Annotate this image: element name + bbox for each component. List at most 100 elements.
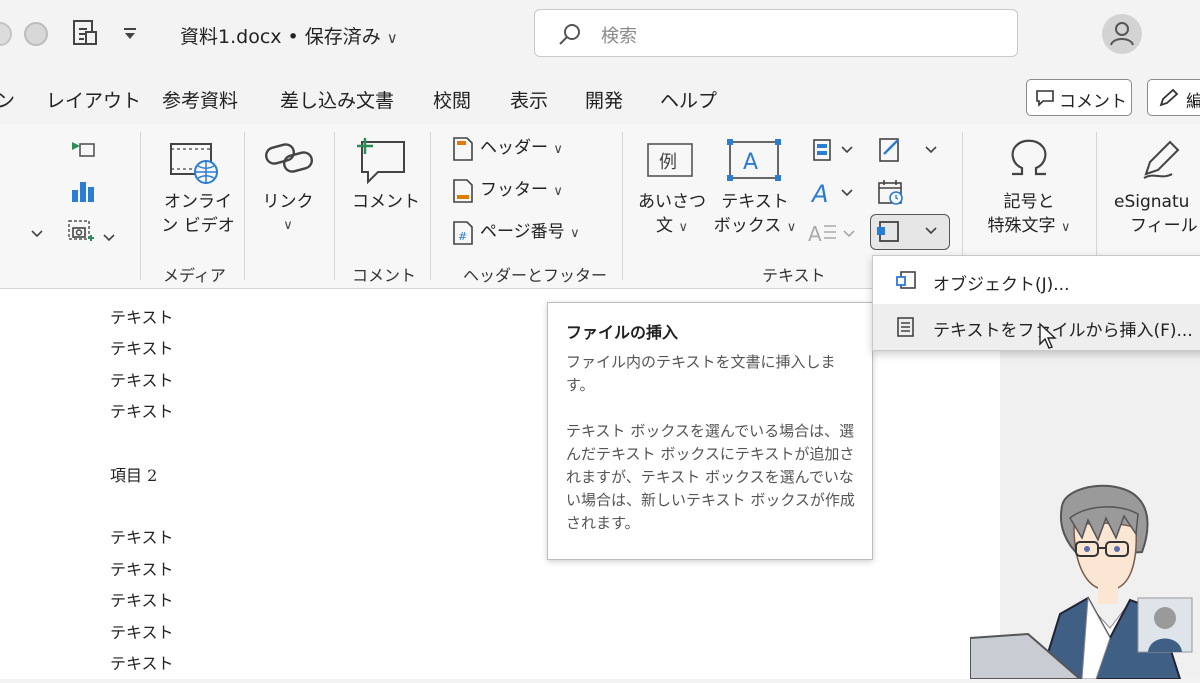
document-line[interactable]: テキスト (110, 398, 174, 422)
title-bar: 資料1.docx • 保存済み ∨ 検索 (0, 0, 1200, 72)
autosave-toggle-icon[interactable] (24, 22, 48, 46)
customize-toolbar-icon[interactable] (122, 26, 138, 45)
footer-label: フッター (480, 180, 548, 200)
screenshot-icon[interactable] (68, 138, 98, 166)
presenter-illustration (969, 478, 1200, 683)
online-video-line1: オンライ (164, 192, 232, 212)
tooltip-body: ファイル内のテキストを文書に挿入します。 テキスト ボックスを選んでいる場合は、… (566, 351, 858, 558)
comment-group-label: コメント (352, 266, 417, 285)
chevron-down-icon[interactable] (30, 224, 44, 243)
chart-icon[interactable] (68, 178, 98, 208)
save-file-icon[interactable] (70, 18, 100, 52)
document-line[interactable]: テキスト (110, 650, 174, 674)
document-line[interactable]: テキスト (110, 587, 174, 611)
new-comment-label[interactable]: コメント (352, 190, 420, 214)
header-button[interactable]: ヘッダー ∨ (480, 136, 563, 162)
menu-item-label: オブジェクト(J)... (933, 275, 1070, 295)
chevron-down-icon: ∨ (570, 226, 580, 241)
date-time-icon[interactable] (876, 178, 906, 212)
comments-button-label: コメント (1059, 92, 1127, 112)
group-separator (244, 132, 245, 280)
header-icon[interactable] (452, 136, 474, 166)
search-placeholder: 検索 (601, 26, 637, 47)
chevron-down-icon: ∨ (678, 220, 688, 235)
object-icon (877, 221, 937, 242)
document-line[interactable]: テキスト (110, 619, 174, 643)
link-label: リンク (262, 192, 314, 212)
greeting-button[interactable]: あいさつ 文 ∨ (636, 190, 708, 240)
header-footer-group-label: ヘッダーとフッター (463, 266, 608, 285)
search-icon (559, 24, 580, 45)
chevron-down-icon: ∨ (553, 184, 563, 199)
tooltip-paragraph: ファイル内のテキストを文書に挿入します。 (566, 353, 836, 394)
new-comment-icon[interactable] (352, 136, 408, 190)
tab-view[interactable]: 表示 (510, 86, 548, 113)
tooltip-paragraph: テキスト ボックスを選んでいる場合は、選んだテキスト ボックスにテキストが追加さ… (566, 422, 855, 532)
group-separator (622, 132, 623, 280)
document-line[interactable]: テキスト (110, 556, 174, 580)
document-line[interactable]: テキスト (110, 367, 174, 391)
page-number-button[interactable]: ページ番号 ∨ (480, 220, 580, 246)
text-box-button[interactable]: テキスト ボックス ∨ (712, 190, 798, 240)
tab-insert-partial[interactable]: ン (0, 86, 15, 113)
avatar[interactable] (1102, 14, 1142, 54)
online-video-label[interactable]: オンライ ン ビデオ (158, 190, 238, 238)
greeting-line1: あいさつ (638, 192, 706, 212)
editing-button-label: 編 (1186, 92, 1200, 112)
footer-icon[interactable] (452, 178, 474, 208)
esignature-icon[interactable] (1140, 138, 1184, 184)
online-video-line2: ン ビデオ (161, 216, 235, 236)
svg-text:#: # (458, 230, 467, 243)
text-box-icon[interactable]: A (726, 138, 782, 186)
tab-layout[interactable]: レイアウト (46, 86, 141, 113)
text-box-line1: テキスト (721, 192, 789, 212)
omega-icon[interactable] (1006, 136, 1052, 184)
quick-parts-icon[interactable] (812, 138, 854, 166)
document-title[interactable]: 資料1.docx • 保存済み ∨ (180, 22, 398, 49)
header-label: ヘッダー (480, 138, 548, 158)
window-control-icon[interactable] (0, 22, 12, 46)
comment-icon (1036, 90, 1054, 107)
document-line[interactable]: テキスト (110, 335, 174, 359)
page-number-icon[interactable]: # (452, 220, 474, 250)
object-button[interactable] (870, 214, 950, 250)
document-line[interactable]: テキスト (110, 524, 174, 548)
tab-references[interactable]: 参考資料 (162, 86, 238, 113)
chevron-down-icon[interactable] (102, 228, 116, 247)
online-video-icon[interactable] (168, 140, 220, 190)
group-separator (334, 132, 335, 280)
footer-button[interactable]: フッター ∨ (480, 178, 563, 204)
wordart-icon[interactable]: A (810, 180, 854, 210)
menu-item-text-from-file[interactable]: テキストをファイルから挿入(F)... (873, 304, 1200, 350)
tab-help[interactable]: ヘルプ (660, 86, 717, 113)
pencil-icon (1159, 88, 1179, 107)
signature-line-icon[interactable] (876, 136, 938, 168)
search-input[interactable]: 検索 (534, 9, 1018, 57)
menu-item-label: テキストをファイルから挿入(F)... (933, 321, 1193, 341)
link-icon[interactable] (262, 138, 316, 182)
tab-review[interactable]: 校閲 (433, 86, 471, 113)
chevron-down-icon: ∨ (786, 220, 797, 235)
esignature-line2: フィールド (1130, 216, 1200, 236)
tab-mailings[interactable]: 差し込み文書 (280, 86, 394, 113)
media-group-label: メディア (163, 266, 226, 285)
comments-button[interactable]: コメント (1026, 79, 1132, 116)
screen-capture-icon[interactable] (66, 218, 96, 250)
document-heading[interactable]: 項目 2 (110, 462, 157, 486)
chevron-down-icon: ∨ (1060, 220, 1071, 235)
text-box-line2: ボックス (713, 216, 782, 236)
tab-developer[interactable]: 開発 (585, 86, 623, 113)
insert-file-tooltip: ファイルの挿入 ファイル内のテキストを文書に挿入します。 テキスト ボックスを選… (547, 302, 873, 560)
mouse-cursor-icon (1038, 322, 1058, 354)
greeting-line2: 文 (656, 216, 674, 236)
editing-button[interactable]: 編 (1147, 79, 1200, 116)
greeting-icon[interactable]: 例 (646, 140, 696, 184)
esignature-button[interactable]: eSignatu フィールド (1114, 190, 1200, 238)
symbols-button[interactable]: 記号と 特殊文字 ∨ (974, 190, 1084, 240)
drop-cap-icon[interactable]: A (808, 220, 858, 250)
document-line[interactable]: テキスト (110, 304, 174, 328)
menu-item-object[interactable]: オブジェクト(J)... (873, 258, 1200, 304)
link-button[interactable]: リンク ∨ (258, 190, 318, 238)
chevron-down-icon: ∨ (386, 29, 398, 47)
svg-text:A: A (810, 180, 828, 206)
